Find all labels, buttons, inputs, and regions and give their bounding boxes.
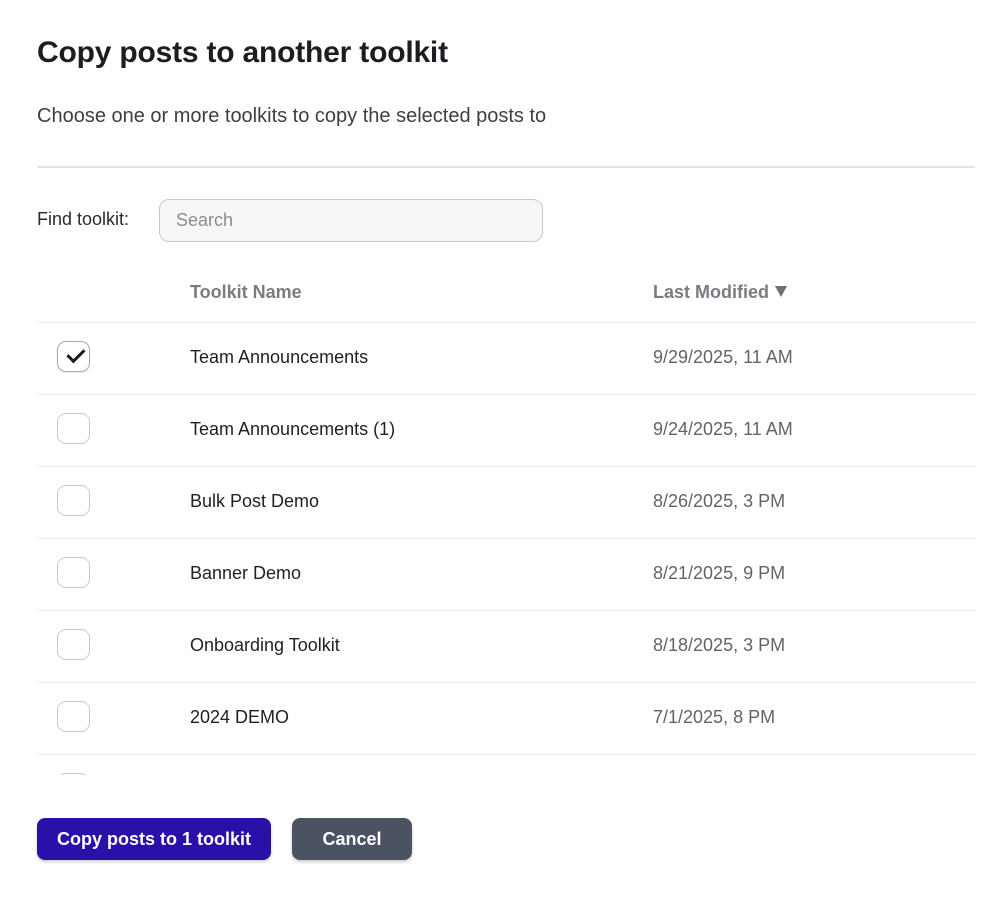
toolkit-name: Onboarding Toolkit [190, 635, 340, 655]
table-row[interactable]: Team Announcements 9/29/2025, 11 AM [37, 323, 975, 395]
toolkit-name: Bulk Post Demo [190, 491, 320, 511]
column-header-last-modified[interactable]: Last Modified [653, 282, 787, 303]
last-modified-date: 7/1/2025, 8 PM [653, 707, 776, 727]
copy-posts-dialog: Copy posts to another toolkit Choose one… [0, 0, 1008, 902]
find-toolkit-label: Find toolkit: [37, 209, 130, 229]
dialog-title: Copy posts to another toolkit [37, 36, 448, 69]
row-checkbox[interactable] [57, 773, 90, 775]
sort-descending-icon [775, 286, 787, 297]
row-checkbox[interactable] [57, 557, 90, 588]
checkmark-icon [66, 344, 86, 364]
last-modified-date: 8/26/2025, 3 PM [653, 491, 786, 511]
column-header-toolkit-name[interactable]: Toolkit Name [190, 282, 302, 303]
table-row[interactable]: Team Announcements (1) 9/24/2025, 11 AM [37, 395, 975, 467]
toolkit-name: Team Announcements [190, 347, 369, 367]
row-checkbox[interactable] [57, 629, 90, 660]
divider [37, 166, 975, 168]
row-checkbox[interactable] [57, 485, 90, 516]
row-checkbox[interactable] [57, 413, 90, 444]
copy-posts-button[interactable]: Copy posts to 1 toolkit [37, 818, 271, 860]
toolkit-name: 2024 DEMO [190, 707, 290, 727]
last-modified-date: 8/18/2025, 3 PM [653, 635, 786, 655]
cancel-button[interactable]: Cancel [292, 818, 412, 860]
last-modified-date: 9/24/2025, 11 AM [653, 419, 793, 439]
toolkit-name: Team Announcements (1) [190, 419, 396, 439]
last-modified-date: 8/21/2025, 9 PM [653, 563, 786, 583]
last-modified-date: 9/29/2025, 11 AM [653, 347, 793, 367]
table-row[interactable]: Bulk Post Demo 8/26/2025, 3 PM [37, 467, 975, 539]
row-checkbox[interactable] [57, 341, 90, 372]
column-header-last-modified-label: Last Modified [653, 282, 769, 302]
table-row[interactable] [37, 755, 975, 775]
table-row[interactable]: Banner Demo 8/21/2025, 9 PM [37, 539, 975, 611]
table-header: Toolkit Name Last Modified [37, 272, 975, 323]
table-row[interactable]: 2024 DEMO 7/1/2025, 8 PM [37, 683, 975, 755]
search-input[interactable] [160, 200, 542, 241]
toolkit-name: Banner Demo [190, 563, 302, 583]
toolkit-list[interactable]: Team Announcements 9/29/2025, 11 AM Team A… [37, 323, 975, 775]
dialog-subtitle: Choose one or more toolkits to copy the … [37, 105, 547, 127]
row-checkbox[interactable] [57, 701, 90, 732]
search-box [159, 199, 543, 242]
table-row[interactable]: Onboarding Toolkit 8/18/2025, 3 PM [37, 611, 975, 683]
